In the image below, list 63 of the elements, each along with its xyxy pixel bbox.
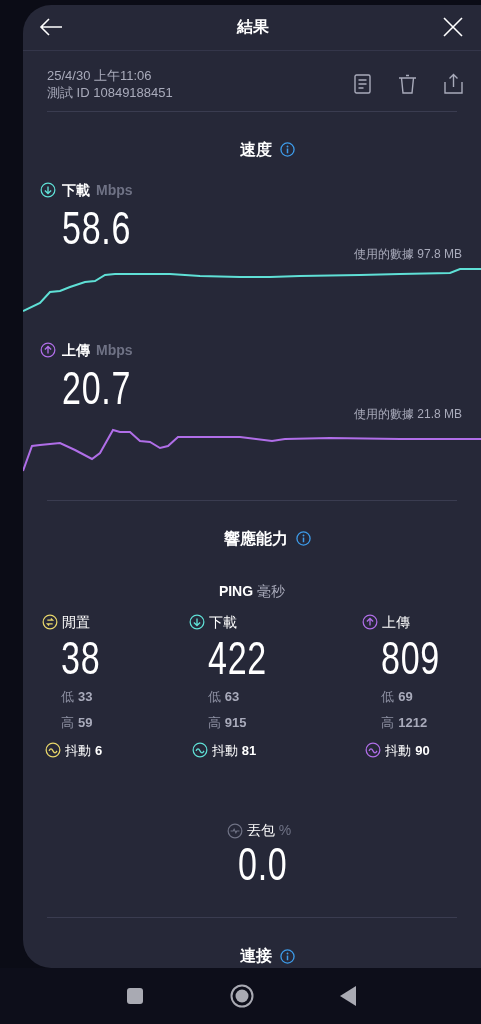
unit-label: Mbps (96, 340, 133, 360)
back-arrow-icon[interactable] (39, 18, 63, 37)
share-icon[interactable] (444, 73, 463, 94)
jitter-icon (365, 742, 382, 759)
speed-value: 20.7 (62, 364, 132, 411)
section-title: 速度 (239, 139, 272, 160)
upload-icon (40, 342, 56, 358)
packet-loss-value: 0.0 (237, 841, 288, 887)
jitter-label: 抖動 (385, 741, 412, 760)
unit-label: Mbps (96, 180, 133, 200)
high-label: 高 (61, 714, 74, 732)
low-value: 33 (78, 687, 93, 706)
low-label: 低 (381, 687, 395, 706)
section-title: 響應能力 (223, 528, 288, 549)
high-value: 1212 (398, 714, 428, 732)
info-icon[interactable] (279, 142, 295, 157)
ping-value: 38 (61, 634, 101, 681)
unit-label: 毫秒 (257, 581, 286, 601)
ping-value: 809 (381, 634, 441, 681)
close-icon[interactable] (443, 17, 463, 38)
high-label: 高 (207, 714, 221, 732)
jitter-value: 6 (95, 741, 103, 760)
high-value: 59 (78, 714, 93, 732)
low-label: 低 (61, 687, 74, 706)
speed-value: 58.6 (62, 204, 132, 251)
info-icon[interactable] (279, 948, 295, 964)
high-label: 高 (381, 714, 395, 732)
recents-icon[interactable] (125, 987, 144, 1005)
metric-label: 上傳 (62, 340, 90, 360)
low-value: 69 (398, 687, 413, 706)
ping-label: 閒置 (62, 612, 90, 632)
data-used-text: 使用的數據 21.8 MB (353, 405, 462, 423)
trash-icon[interactable] (398, 73, 417, 94)
jitter-label: 抖動 (211, 741, 238, 760)
packet-loss-icon (226, 822, 243, 839)
jitter-label: 抖動 (65, 741, 91, 760)
idle-icon (42, 614, 58, 630)
test-id: 測試 ID 10849188451 (47, 83, 173, 101)
jitter-icon (191, 742, 208, 759)
section-title: 連接 (239, 946, 272, 966)
unit-label: % (278, 821, 292, 840)
ping-label: PING (218, 581, 254, 601)
home-icon[interactable] (229, 984, 254, 1008)
info-icon[interactable] (295, 531, 311, 546)
jitter-icon (45, 742, 61, 759)
screen-title: 結果 (237, 17, 269, 38)
document-icon[interactable] (354, 73, 371, 94)
back-icon[interactable] (339, 986, 356, 1006)
download-icon (188, 614, 205, 630)
ping-label: 下載 (208, 612, 237, 632)
ping-label: 上傳 (382, 612, 411, 632)
packet-loss-label: 丟包 (246, 821, 275, 840)
high-value: 915 (224, 714, 247, 732)
data-used-text: 使用的數據 97.8 MB (353, 245, 462, 263)
low-value: 63 (224, 687, 240, 706)
jitter-value: 81 (241, 741, 257, 760)
metric-label: 下載 (62, 180, 90, 200)
ping-value: 422 (207, 634, 267, 681)
test-date: 25/4/30 上午11:06 (47, 66, 153, 84)
upload-icon (362, 614, 379, 630)
low-label: 低 (207, 687, 221, 706)
jitter-value: 90 (415, 741, 430, 760)
download-icon (40, 182, 56, 198)
